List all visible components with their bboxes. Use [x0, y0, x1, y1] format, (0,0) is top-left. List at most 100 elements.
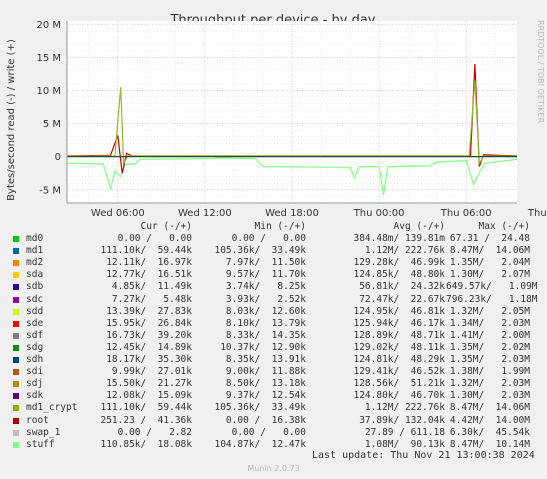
legend-swatch — [13, 357, 19, 363]
legend-min: 104.87k/ 12.47k — [214, 438, 306, 450]
legend-avg: 1.12M/ 222.76k — [364, 245, 445, 257]
legend-row: sdb 4.85k/ 11.49k 3.74k/ 8.25k 56.81k/ 24.3… — [0, 281, 547, 293]
legend-name: sdf — [26, 329, 44, 341]
legend-swatch — [13, 429, 19, 436]
legend-swatch — [13, 308, 19, 315]
legend-max: 4.42M/ 14.00M — [449, 414, 530, 426]
legend-cur: 12.08k/ 15.09k — [106, 390, 192, 402]
legend-cur: 13.39k/ 27.83k — [106, 305, 192, 317]
legend-avg: 72.47k/ 22.67k — [359, 293, 445, 305]
legend-swatch — [13, 441, 19, 448]
legend-cur: 15.50k/ 21.27k — [106, 378, 192, 390]
legend-swatch — [13, 393, 19, 400]
legend-name: md0 — [26, 233, 44, 244]
y-tick-label: 0 — [55, 152, 61, 163]
legend-swatch — [13, 417, 19, 424]
legend-max: 8.47M/ 14.06M — [449, 402, 530, 414]
legend-swatch — [13, 344, 19, 351]
legend-name: md2 — [26, 257, 44, 269]
munin-footer: Munin 2.0.73 — [247, 464, 300, 473]
legend-max: 6.30k/ 45.54k — [449, 426, 530, 438]
legend-swatch — [13, 284, 19, 291]
legend-max: 67.31 / 24.48 — [449, 233, 530, 244]
legend-cur: 111.10k/ 59.44k — [100, 402, 192, 414]
y-axis-label: Bytes/second read (-) / write (+) — [6, 39, 17, 201]
legend-name: sdi — [26, 366, 44, 378]
legend-max: 649.57k/ 1.09M — [446, 281, 538, 293]
legend-row: md1 111.10k/ 59.44k 105.36k/ 33.49k 1.12M/ … — [0, 245, 547, 257]
legend-name: swap_1 — [26, 426, 61, 438]
legend-swatch — [13, 405, 19, 412]
legend-avg: 124.80k/ 46.70k — [353, 390, 445, 402]
legend-name: sde — [26, 317, 44, 329]
legend-avg: 129.41k/ 46.52k — [353, 366, 445, 378]
y-tick-label: 15 M — [36, 53, 61, 64]
x-tick-label: Wed 06:00 — [91, 208, 145, 219]
legend-min: 3.74k/ 8.25k — [225, 281, 306, 293]
legend-name: sdg — [26, 341, 44, 353]
rrdtool-watermark: RRDTOOL / TOBI OETIKER — [536, 20, 545, 123]
legend-name: sdh — [26, 354, 44, 365]
header-avg: Avg (-/+) — [393, 221, 445, 232]
legend-min: 0.00 / 16.38k — [225, 414, 306, 426]
legend-max: 1.34M/ 2.03M — [449, 317, 530, 329]
legend-cur: 16.73k/ 39.20k — [106, 329, 192, 341]
legend-cur: 15.95k/ 26.84k — [106, 317, 192, 329]
legend-row: sda 12.77k/ 16.51k 9.57k/ 11.70k 124.85k/ 4… — [0, 269, 547, 281]
legend-min: 105.36k/ 33.49k — [214, 245, 306, 257]
legend-row: md0 0.00 / 0.00 0.00 / 0.00 384.48m/ 139.81… — [0, 233, 547, 245]
x-tick-labels: Wed 06:00 Wed 12:00 Wed 18:00 Thu 00:00 Thu … — [91, 208, 547, 219]
legend-avg: 384.48m/ 139.81m — [353, 233, 445, 244]
legend-min: 0.00 / 0.00 — [231, 233, 306, 244]
legend-avg: 128.89k/ 48.71k — [353, 329, 445, 341]
legend-avg: 124.81k/ 48.29k — [353, 354, 445, 365]
legend-avg: 124.95k/ 46.81k — [353, 305, 445, 317]
throughput-chart: Throughput per device - by day Bytes/sec… — [6, 13, 547, 219]
legend-min: 10.37k/ 12.90k — [220, 341, 306, 353]
legend-max: 1.38M/ 1.99M — [449, 366, 530, 378]
legend-swatch — [13, 320, 19, 327]
x-tick-label: Wed 12:00 — [178, 208, 232, 219]
legend-avg: 129.28k/ 46.99k — [353, 257, 445, 269]
legend-swatch — [13, 296, 19, 303]
legend-min: 8.10k/ 13.79k — [225, 317, 306, 329]
legend-max: 1.35M/ 2.03M — [449, 354, 530, 365]
legend-row: sde 15.95k/ 26.84k 8.10k/ 13.79k 125.94k/ 4… — [0, 318, 547, 330]
legend-name: sdj — [26, 378, 44, 390]
legend-min: 3.93k/ 2.52k — [225, 293, 306, 305]
legend-name: sda — [26, 269, 44, 281]
legend-row: md2 12.11k/ 16.97k 7.97k/ 11.50k 129.28k/ 4… — [0, 257, 547, 269]
legend-swatch — [13, 236, 19, 242]
legend-min: 9.37k/ 12.54k — [225, 390, 306, 402]
y-tick-label: 5 M — [43, 119, 61, 130]
legend-swatch — [13, 260, 19, 267]
legend-name: md1 — [26, 245, 44, 257]
legend-cur: 111.10k/ 59.44k — [100, 245, 192, 257]
legend-max: 1.35M/ 2.02M — [449, 341, 530, 353]
y-tick-labels: 20 M 15 M 10 M 5 M 0 -5 M — [36, 20, 61, 196]
legend-min: 9.57k/ 11.70k — [225, 269, 306, 281]
legend-row: md1_crypt 111.10k/ 59.44k 105.36k/ 33.49k 1… — [0, 402, 547, 414]
legend-min: 9.00k/ 11.88k — [225, 366, 306, 378]
legend-swatch — [13, 248, 19, 255]
legend-name: sdk — [26, 390, 44, 402]
legend-avg: 124.85k/ 48.80k — [353, 269, 445, 281]
y-tick-label: 20 M — [36, 20, 61, 31]
legend-row: sdk 12.08k/ 15.09k 9.37k/ 12.54k 124.80k/ 4… — [0, 390, 547, 402]
legend-cur: 7.27k/ 5.48k — [111, 293, 192, 305]
legend-cur: 251.23 / 41.36k — [100, 414, 192, 426]
legend-max: 1.41M/ 2.00M — [449, 329, 530, 341]
legend-row: swap_1 0.00 / 2.82 0.00 / 0.00 27.89 / 611.… — [0, 427, 547, 439]
legend-min: 8.35k/ 13.91k — [225, 354, 306, 365]
legend-name: root — [26, 414, 49, 426]
legend-name: stuff — [26, 438, 55, 450]
legend-header: Cur (-/+) Min (-/+) Avg (-/+) Max (-/+) — [0, 221, 547, 233]
legend-row: sdc 7.27k/ 5.48k 3.93k/ 2.52k 72.47k/ 22.67… — [0, 294, 547, 306]
header-cur: Cur (-/+) — [140, 221, 192, 232]
y-tick-label: 10 M — [36, 86, 61, 97]
legend-swatch — [13, 381, 19, 388]
legend-cur: 12.45k/ 14.89k — [106, 341, 192, 353]
legend-row: stuff 110.85k/ 18.08k 104.87k/ 12.47k 1.08M… — [0, 439, 547, 451]
legend-max: 1.30M/ 2.03M — [449, 390, 530, 402]
legend-cur: 9.99k/ 27.01k — [111, 366, 192, 378]
